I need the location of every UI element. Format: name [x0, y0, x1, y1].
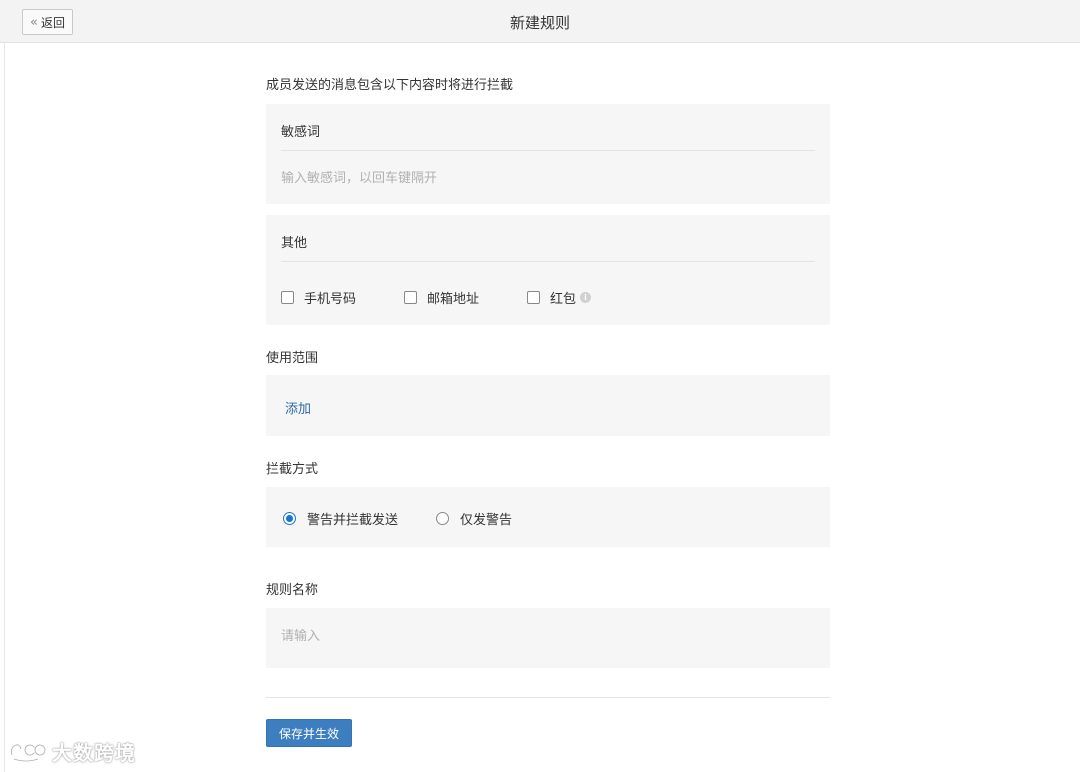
phone-number-label: 手机号码: [304, 292, 357, 307]
watermark: 大数跨境: [8, 737, 136, 766]
top-bar: « 返回 新建规则: [0, 0, 1080, 43]
watermark-logo-icon: [10, 743, 47, 762]
rule-name-panel: [266, 608, 830, 668]
keywords-panel: 敏感词: [266, 104, 830, 204]
rule-name-input[interactable]: [281, 629, 801, 644]
radio-unselected-icon[interactable]: [436, 512, 449, 525]
intro-text: 成员发送的消息包含以下内容时将进行拦截: [266, 78, 514, 93]
intercept-label: 拦截方式: [266, 462, 319, 477]
rule-name-label: 规则名称: [266, 583, 319, 598]
checkbox-box[interactable]: [404, 291, 417, 304]
scope-label: 使用范围: [266, 351, 319, 366]
keywords-title: 敏感词: [281, 125, 321, 140]
intercept-panel: 警告并拦截发送 仅发警告: [266, 487, 830, 547]
checkbox-box[interactable]: [527, 291, 540, 304]
radio-selected-icon[interactable]: [283, 512, 296, 525]
other-panel-header: 其他: [281, 215, 815, 262]
red-packet-label: 红包: [550, 292, 577, 307]
warn-only-radio[interactable]: 仅发警告: [436, 509, 512, 528]
scope-panel: 添加: [266, 375, 830, 436]
red-packet-checkbox[interactable]: 红包 i: [527, 288, 592, 307]
checkbox-box[interactable]: [281, 291, 294, 304]
watermark-text: 大数跨境: [52, 741, 136, 765]
phone-number-checkbox[interactable]: 手机号码: [281, 288, 356, 307]
keywords-input[interactable]: [281, 171, 801, 186]
save-and-apply-button[interactable]: 保存并生效: [266, 719, 352, 747]
email-address-checkbox[interactable]: 邮箱地址: [404, 288, 479, 307]
email-address-label: 邮箱地址: [427, 292, 480, 307]
page-title: 新建规则: [509, 14, 570, 32]
warn-and-block-radio[interactable]: 警告并拦截发送: [283, 509, 398, 528]
form-divider: [266, 697, 830, 698]
info-icon[interactable]: i: [580, 292, 592, 303]
keywords-panel-header: 敏感词: [281, 104, 815, 151]
other-panel: 其他 手机号码 邮箱地址 红包 i: [266, 215, 830, 325]
add-scope-link[interactable]: 添加: [285, 398, 311, 417]
warn-only-label: 仅发警告: [460, 513, 513, 528]
left-border: [4, 43, 5, 772]
warn-and-block-label: 警告并拦截发送: [307, 513, 399, 528]
other-title: 其他: [281, 236, 308, 251]
